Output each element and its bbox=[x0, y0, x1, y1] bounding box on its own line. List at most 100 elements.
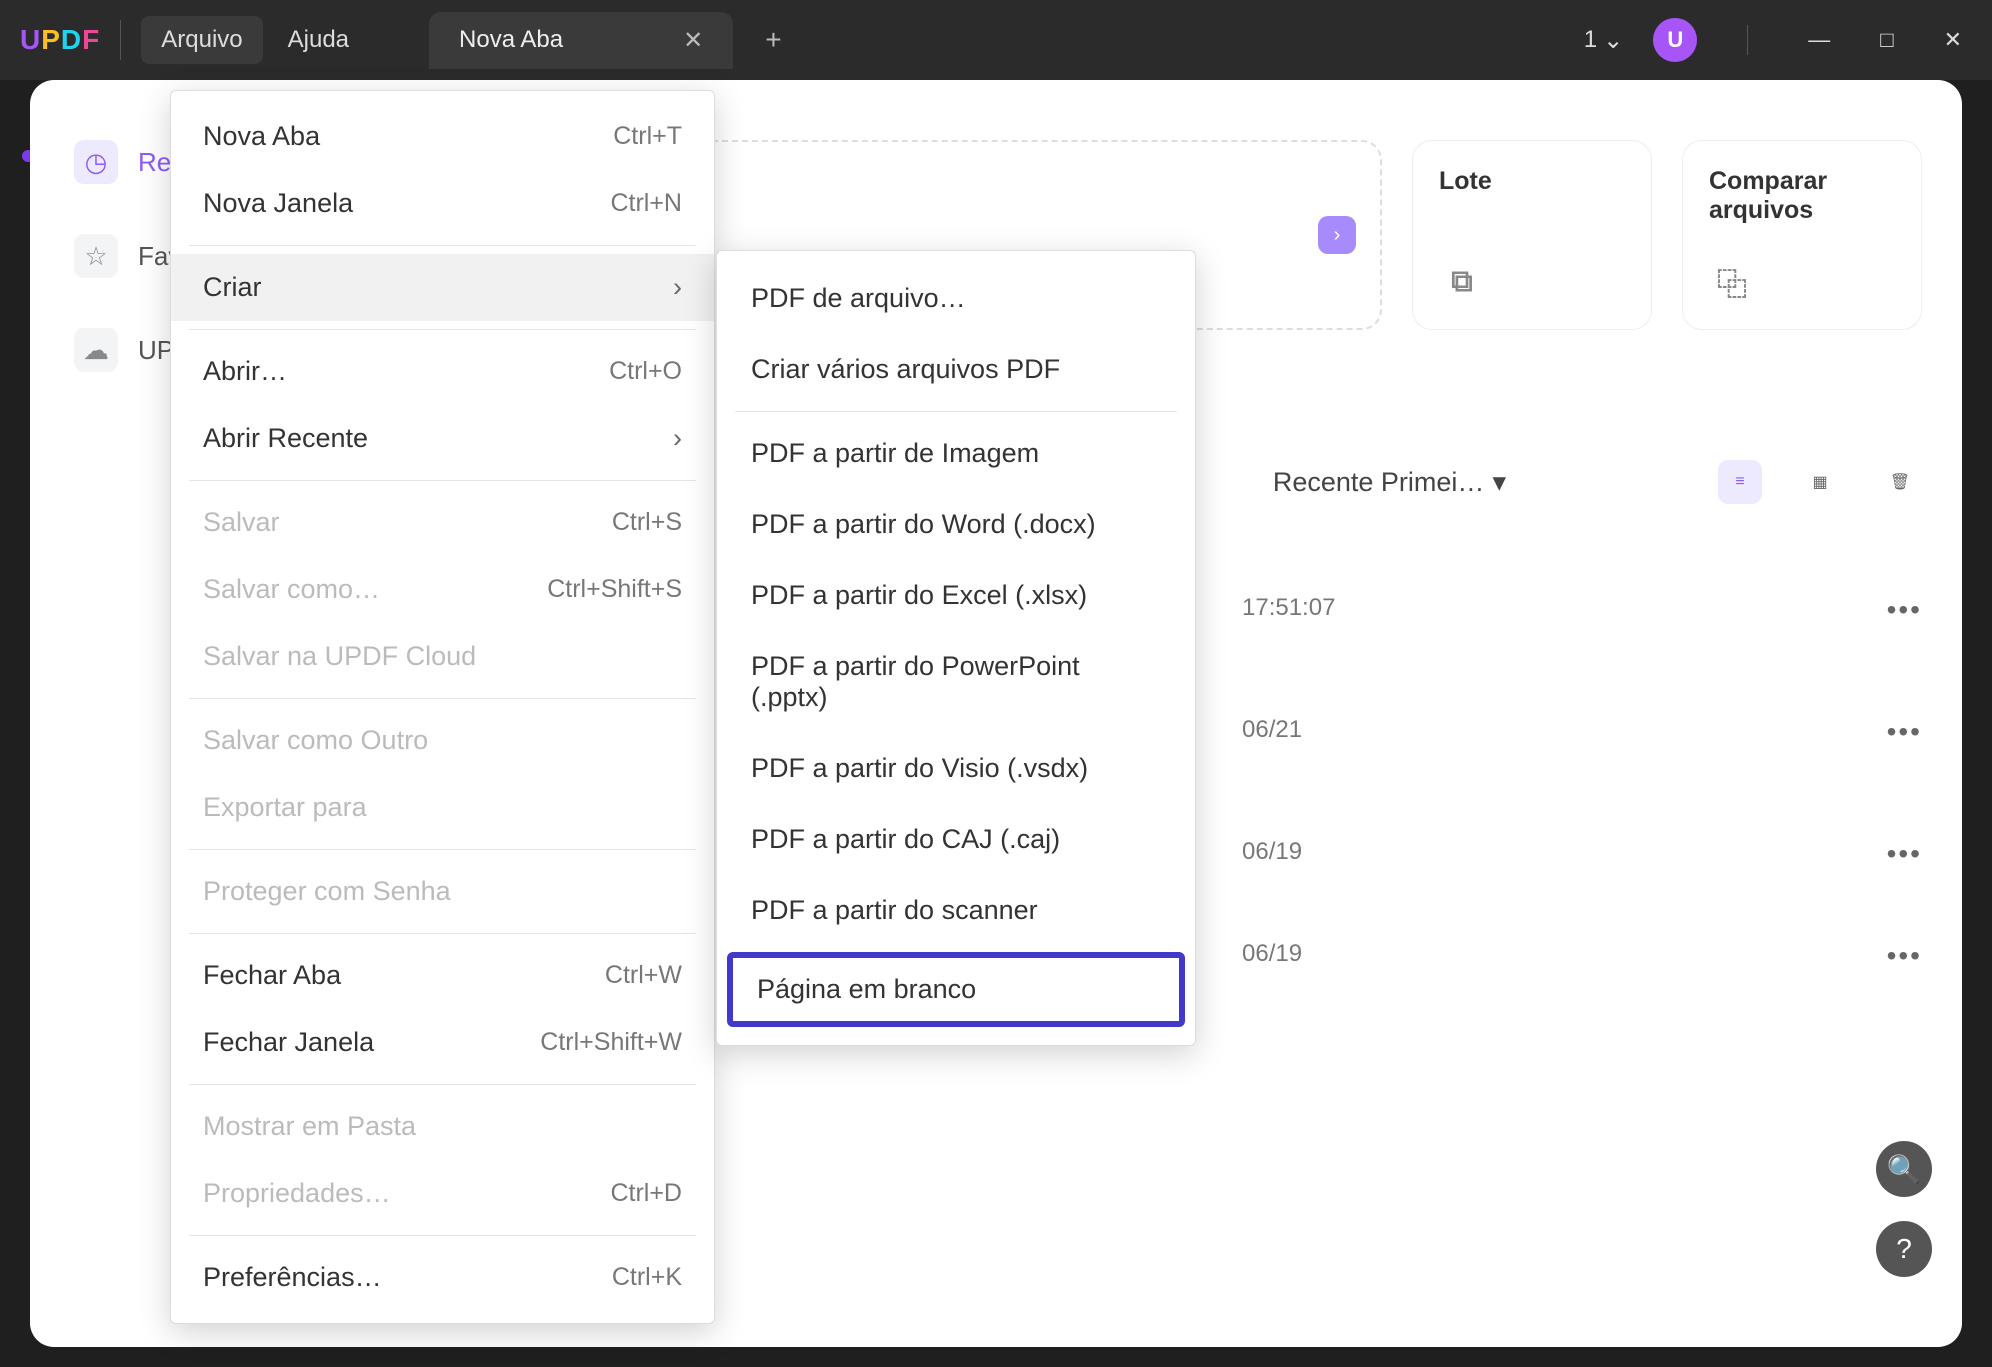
menu-label: Fechar Aba bbox=[203, 960, 341, 991]
menu-exportar: Exportar para bbox=[171, 774, 714, 841]
shortcut: Ctrl+Shift+S bbox=[547, 575, 682, 604]
arrow-right-icon[interactable]: › bbox=[1318, 216, 1356, 254]
submenu-pdf-word[interactable]: PDF a partir do Word (.docx) bbox=[717, 489, 1195, 560]
more-icon[interactable]: ••• bbox=[1822, 940, 1922, 972]
submenu-pdf-arquivo[interactable]: PDF de arquivo… bbox=[717, 263, 1195, 334]
menu-salvar-como: Salvar como…Ctrl+Shift+S bbox=[171, 556, 714, 623]
card-title: Lote bbox=[1439, 167, 1492, 195]
separator bbox=[189, 329, 696, 330]
chevron-down-icon: ⌄ bbox=[1603, 26, 1623, 55]
menu-ajuda[interactable]: Ajuda bbox=[268, 16, 369, 64]
window-count-dropdown[interactable]: 1 ⌄ bbox=[1584, 26, 1623, 55]
menu-nova-janela[interactable]: Nova JanelaCtrl+N bbox=[171, 170, 714, 237]
submenu-pdf-caj[interactable]: PDF a partir do CAJ (.caj) bbox=[717, 804, 1195, 875]
shortcut: Ctrl+K bbox=[612, 1263, 682, 1292]
file-date: 06/19 bbox=[1242, 838, 1442, 866]
separator bbox=[189, 698, 696, 699]
triangle-down-icon: ▾ bbox=[1492, 467, 1506, 498]
menu-arquivo[interactable]: Arquivo bbox=[141, 16, 262, 64]
more-icon[interactable]: ••• bbox=[1822, 594, 1922, 626]
search-button[interactable]: 🔍 bbox=[1876, 1141, 1932, 1197]
user-avatar[interactable]: U bbox=[1653, 18, 1697, 62]
menu-criar[interactable]: Criar › bbox=[171, 254, 714, 321]
menubar: Arquivo Ajuda bbox=[141, 16, 369, 64]
view-list-button[interactable]: ≡ bbox=[1718, 460, 1762, 504]
submenu-pdf-scanner[interactable]: PDF a partir do scanner bbox=[717, 875, 1195, 946]
card-title: Comparar arquivos bbox=[1709, 167, 1827, 224]
tab-add-button[interactable]: + bbox=[753, 19, 793, 61]
separator bbox=[189, 245, 696, 246]
star-icon: ☆ bbox=[74, 234, 118, 278]
menu-label: Exportar para bbox=[203, 792, 367, 823]
menu-label: Nova Aba bbox=[203, 121, 320, 152]
separator bbox=[189, 1084, 696, 1085]
cloud-icon: ☁ bbox=[74, 328, 118, 372]
shortcut: Ctrl+O bbox=[609, 357, 682, 386]
chevron-right-icon: › bbox=[673, 272, 682, 303]
shortcut: Ctrl+S bbox=[612, 508, 682, 537]
menu-nova-aba[interactable]: Nova Aba Ctrl+T bbox=[171, 103, 714, 170]
minimize-button[interactable]: — bbox=[1798, 27, 1840, 53]
titlebar: UPDF Arquivo Ajuda Nova Aba ✕ + 1 ⌄ U — … bbox=[0, 0, 1992, 80]
menu-fechar-aba[interactable]: Fechar Aba Ctrl+W bbox=[171, 942, 714, 1009]
criar-submenu: PDF de arquivo… Criar vários arquivos PD… bbox=[716, 250, 1196, 1046]
menu-abrir-recente[interactable]: Abrir Recente› bbox=[171, 405, 714, 472]
help-button[interactable]: ? bbox=[1876, 1221, 1932, 1277]
sort-label: Recente Primei… bbox=[1273, 467, 1485, 498]
card-comparar[interactable]: Comparar arquivos ⿻ bbox=[1682, 140, 1922, 330]
submenu-criar-varios[interactable]: Criar vários arquivos PDF bbox=[717, 334, 1195, 405]
menu-salvar: Salvar Ctrl+S bbox=[171, 489, 714, 556]
menu-propriedades: Propriedades… Ctrl+D bbox=[171, 1160, 714, 1227]
card-lote[interactable]: Lote ⧉ bbox=[1412, 140, 1652, 330]
menu-salvar-outro: Salvar como Outro bbox=[171, 707, 714, 774]
action-cards: Lote ⧉ Comparar arquivos ⿻ bbox=[1412, 140, 1922, 330]
menu-label: Nova Janela bbox=[203, 188, 353, 219]
separator bbox=[189, 933, 696, 934]
batch-icon: ⧉ bbox=[1439, 259, 1485, 305]
submenu-pdf-imagem[interactable]: PDF a partir de Imagem bbox=[717, 418, 1195, 489]
app-logo: UPDF bbox=[20, 24, 100, 56]
menu-label: Salvar bbox=[203, 507, 280, 538]
compare-icon: ⿻ bbox=[1709, 259, 1755, 305]
sort-dropdown[interactable]: Recente Primei… ▾ bbox=[1273, 467, 1506, 498]
submenu-pdf-excel[interactable]: PDF a partir do Excel (.xlsx) bbox=[717, 560, 1195, 631]
separator bbox=[189, 1235, 696, 1236]
menu-label: Mostrar em Pasta bbox=[203, 1111, 416, 1142]
tab-close-icon[interactable]: ✕ bbox=[683, 26, 703, 55]
maximize-button[interactable]: □ bbox=[1870, 27, 1903, 53]
shortcut: Ctrl+W bbox=[605, 961, 682, 990]
close-window-button[interactable]: ✕ bbox=[1934, 27, 1972, 53]
shortcut: Ctrl+T bbox=[613, 122, 682, 151]
divider bbox=[1747, 25, 1748, 55]
clock-icon: ◷ bbox=[74, 140, 118, 184]
submenu-pdf-visio[interactable]: PDF a partir do Visio (.vsdx) bbox=[717, 733, 1195, 804]
logo-d: D bbox=[61, 24, 82, 55]
more-icon[interactable]: ••• bbox=[1822, 838, 1922, 870]
menu-label: Criar bbox=[203, 272, 262, 303]
separator bbox=[735, 411, 1177, 412]
menu-label: Preferências… bbox=[203, 1262, 382, 1293]
file-date: 06/21 bbox=[1242, 716, 1442, 744]
menu-abrir[interactable]: Abrir… Ctrl+O bbox=[171, 338, 714, 405]
menu-salvar-cloud: Salvar na UPDF Cloud bbox=[171, 623, 714, 690]
delete-button[interactable]: 🗑 bbox=[1878, 460, 1922, 504]
view-grid-button[interactable]: ▦ bbox=[1798, 460, 1842, 504]
shortcut: Ctrl+D bbox=[610, 1179, 682, 1208]
window-count: 1 bbox=[1584, 26, 1597, 54]
menu-label: Abrir… bbox=[203, 356, 287, 387]
tab-nova-aba[interactable]: Nova Aba ✕ bbox=[429, 12, 733, 69]
menu-label: Abrir Recente bbox=[203, 423, 368, 454]
divider bbox=[120, 20, 121, 60]
menu-preferencias[interactable]: Preferências… Ctrl+K bbox=[171, 1244, 714, 1311]
submenu-pdf-powerpoint[interactable]: PDF a partir do PowerPoint (.pptx) bbox=[717, 631, 1195, 733]
menu-label: Fechar Janela bbox=[203, 1027, 374, 1058]
menu-mostrar-pasta: Mostrar em Pasta bbox=[171, 1093, 714, 1160]
submenu-pagina-branco[interactable]: Página em branco bbox=[727, 952, 1185, 1027]
menu-label: Propriedades… bbox=[203, 1178, 391, 1209]
logo-p: P bbox=[41, 24, 61, 55]
more-icon[interactable]: ••• bbox=[1822, 716, 1922, 748]
separator bbox=[189, 480, 696, 481]
menu-fechar-janela[interactable]: Fechar Janela Ctrl+Shift+W bbox=[171, 1009, 714, 1076]
file-date: 06/19 bbox=[1242, 940, 1442, 968]
shortcut: Ctrl+Shift+W bbox=[540, 1028, 682, 1057]
